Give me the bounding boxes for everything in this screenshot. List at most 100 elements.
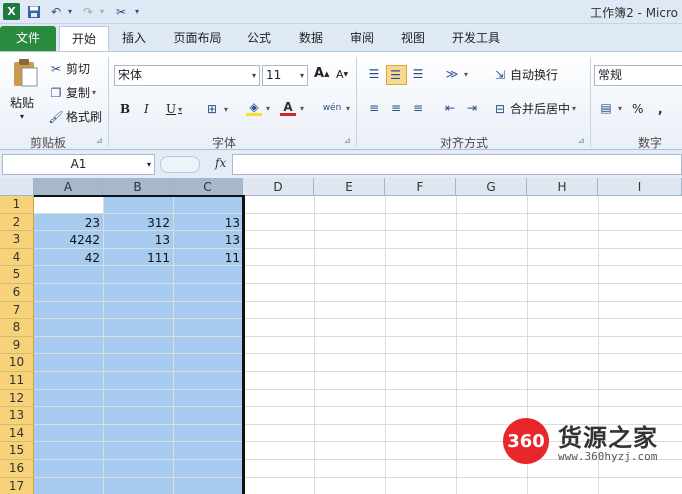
font-group-label: 字体 [212, 136, 237, 150]
format-painter-button[interactable]: 🖌 格式刷 [48, 108, 102, 125]
row-header[interactable]: 6 [0, 284, 34, 302]
align-center-button[interactable]: ≡ [388, 100, 406, 116]
fx-icon[interactable]: fx [215, 156, 226, 170]
undo-icon[interactable]: ↶ [48, 3, 64, 20]
percent-button[interactable]: % [632, 102, 643, 116]
row-header[interactable]: 3 [0, 231, 34, 249]
cell-a3[interactable]: 4242 [34, 231, 103, 249]
row-header[interactable]: 17 [0, 477, 34, 494]
row-header[interactable]: 11 [0, 372, 34, 390]
phonetic-button[interactable]: wén ▾ [322, 100, 350, 116]
font-launcher-icon[interactable]: ⊿ [344, 136, 351, 145]
cell-b3[interactable]: 13 [103, 231, 173, 249]
row-header[interactable]: 13 [0, 407, 34, 425]
underline-button[interactable]: U ▾ [166, 102, 182, 116]
align-bottom-button[interactable]: ☰ [410, 66, 428, 82]
tab-insert[interactable]: 插入 [113, 26, 155, 51]
undo-dropdown-icon[interactable]: ▾ [65, 3, 75, 20]
row-header[interactable]: 9 [0, 336, 34, 355]
tab-developer[interactable]: 开发工具 [446, 26, 506, 51]
row-header[interactable]: 7 [0, 301, 34, 320]
orientation-button[interactable]: ≫ ▾ [444, 66, 468, 82]
italic-button[interactable]: I [144, 102, 149, 116]
row-header[interactable]: 8 [0, 319, 34, 337]
comma-button[interactable]: , [658, 102, 663, 116]
row-header[interactable]: 16 [0, 460, 34, 478]
copy-button[interactable]: ❐ 复制 ▾ [48, 84, 96, 101]
qat-customize-icon[interactable]: ▾ [132, 3, 142, 20]
tab-review[interactable]: 审阅 [341, 26, 383, 51]
column-header[interactable]: E [314, 178, 385, 196]
cell-c2[interactable]: 13 [173, 214, 243, 232]
title-bar: X ↶ ▾ ↷ ▾ ✂ ▾ 工作簿2 - Micro [0, 0, 682, 24]
align-left-button[interactable]: ≡ [366, 100, 384, 116]
column-header[interactable]: B [103, 178, 173, 196]
borders-button[interactable]: ⊞ ▾ [204, 101, 228, 117]
font-size-value: 11 [266, 68, 282, 82]
paste-button[interactable]: 粘贴 [10, 94, 34, 111]
cut-button[interactable]: ✂ 剪切 [48, 60, 90, 77]
tab-data[interactable]: 数据 [290, 26, 332, 51]
active-cell[interactable] [34, 196, 103, 214]
column-header[interactable]: D [243, 178, 314, 196]
column-header[interactable]: A [34, 178, 103, 196]
cell-a4[interactable]: 42 [34, 249, 103, 267]
cell-c4[interactable]: 11 [173, 249, 243, 267]
column-header[interactable]: F [385, 178, 456, 196]
wrap-text-button[interactable]: ⇲ 自动换行 [492, 66, 558, 83]
tab-file[interactable]: 文件 [0, 26, 56, 51]
row-header[interactable]: 5 [0, 266, 34, 284]
grow-font-button[interactable]: A ▲ [314, 66, 329, 81]
merge-center-button[interactable]: ⊟ 合并后居中 ▾ [492, 100, 576, 117]
align-middle-button[interactable]: ☰ [386, 65, 407, 85]
decrease-indent-button[interactable]: ⇤ [442, 100, 460, 116]
column-header[interactable]: G [456, 178, 527, 196]
formula-bar-handle[interactable] [160, 156, 200, 173]
paste-icon[interactable] [8, 56, 42, 90]
excel-logo-icon[interactable]: X [3, 3, 20, 20]
redo-icon[interactable]: ↷ [80, 3, 96, 20]
cell-a2[interactable]: 23 [34, 214, 103, 232]
row-header[interactable]: 10 [0, 354, 34, 372]
redo-dropdown-icon[interactable]: ▾ [97, 3, 107, 20]
tab-home[interactable]: 开始 [59, 26, 109, 52]
align-right-button[interactable]: ≡ [410, 100, 428, 116]
row-header[interactable]: 1 [0, 196, 34, 214]
tab-formulas[interactable]: 公式 [238, 26, 280, 51]
paste-dropdown-icon[interactable]: ▾ [20, 112, 24, 121]
bold-button[interactable]: B [120, 102, 130, 116]
accounting-format-button[interactable]: ▤ ▾ [598, 100, 622, 116]
select-all-corner[interactable] [0, 178, 34, 196]
increase-indent-button[interactable]: ⇥ [464, 100, 482, 116]
clipboard-launcher-icon[interactable]: ⊿ [96, 136, 103, 145]
align-top-icon: ☰ [368, 67, 380, 81]
font-name-select[interactable]: 宋体 ▾ [114, 65, 260, 86]
align-top-button[interactable]: ☰ [366, 66, 384, 82]
merge-center-icon: ⊟ [494, 101, 506, 116]
font-size-select[interactable]: 11 ▾ [262, 65, 308, 86]
alignment-launcher-icon[interactable]: ⊿ [578, 136, 585, 145]
column-header[interactable]: H [527, 178, 598, 196]
name-box[interactable]: A1 ▾ [2, 154, 155, 175]
custom-qat-icon[interactable]: ✂ [111, 3, 131, 20]
row-header[interactable]: 14 [0, 424, 34, 443]
row-header[interactable]: 15 [0, 442, 34, 460]
fill-color-button[interactable]: ◈ ▾ [246, 100, 270, 116]
cell-c3[interactable]: 13 [173, 231, 243, 249]
column-header[interactable]: I [598, 178, 682, 196]
tab-view[interactable]: 视图 [392, 26, 434, 51]
row-header[interactable]: 2 [0, 213, 34, 232]
save-icon[interactable] [26, 3, 42, 20]
gridline-horizontal [34, 353, 682, 355]
column-header[interactable]: C [173, 178, 243, 196]
cell-b2[interactable]: 312 [103, 214, 173, 232]
merge-center-label: 合并后居中 [510, 102, 571, 116]
row-header[interactable]: 12 [0, 389, 34, 408]
number-format-select[interactable]: 常规 [594, 65, 682, 86]
row-header[interactable]: 4 [0, 248, 34, 267]
cell-b4[interactable]: 111 [103, 249, 173, 267]
formula-input[interactable] [232, 154, 682, 175]
tab-page-layout[interactable]: 页面布局 [165, 26, 230, 51]
shrink-font-button[interactable]: A ▼ [336, 68, 348, 81]
font-color-button[interactable]: A ▾ [280, 100, 304, 116]
